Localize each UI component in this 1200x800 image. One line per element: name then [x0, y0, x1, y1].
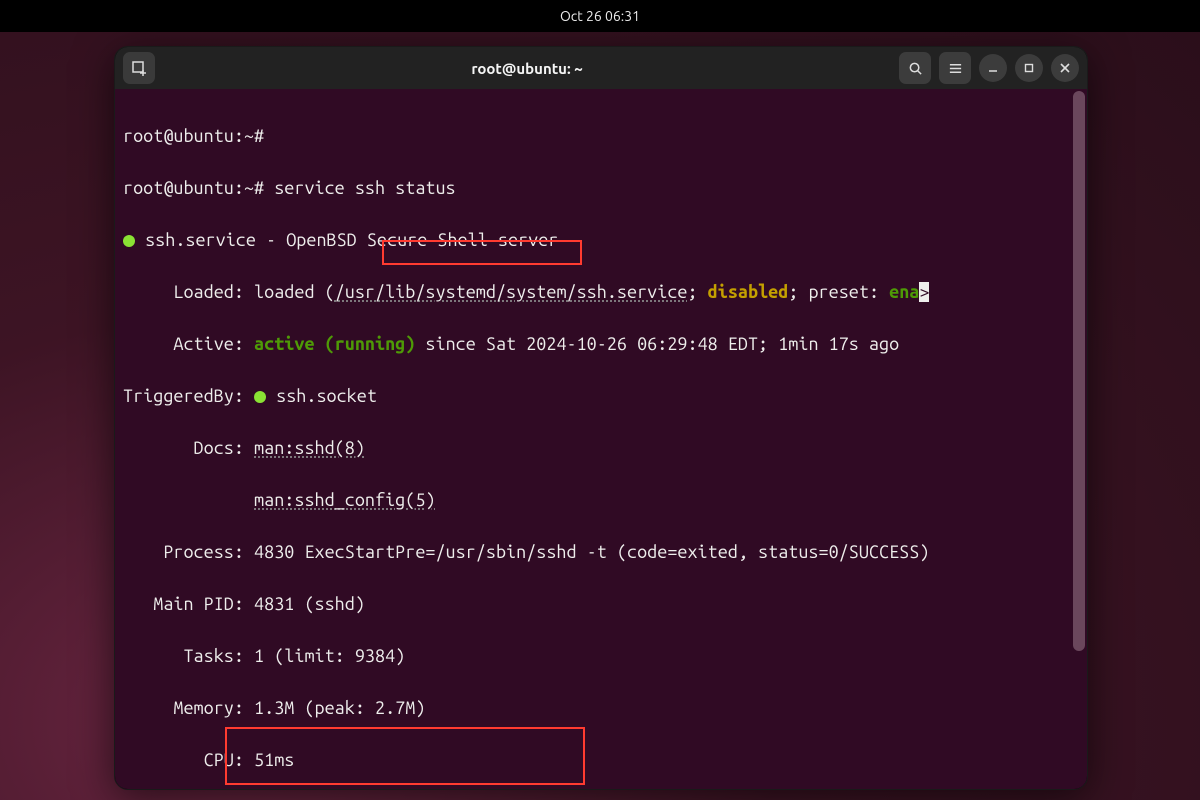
status-dot-icon	[123, 235, 135, 247]
docs-line: man:sshd_config(5)	[119, 487, 1083, 513]
active-line: Active: active (running) since Sat 2024-…	[119, 331, 1083, 357]
clock: Oct 26 06:31	[560, 8, 640, 24]
prompt-line: root@ubuntu:~#	[119, 123, 1083, 149]
search-button[interactable]	[899, 52, 931, 84]
window-title: root@ubuntu: ~	[163, 60, 891, 77]
status-dot-icon	[254, 391, 266, 403]
loaded-line: Loaded: loaded (/usr/lib/systemd/system/…	[119, 279, 1083, 305]
titlebar: root@ubuntu: ~	[115, 47, 1087, 89]
docs-line: Docs: man:sshd(8)	[119, 435, 1083, 461]
terminal-body[interactable]: root@ubuntu:~# root@ubuntu:~# service ss…	[115, 89, 1087, 789]
process-line: Process: 4830 ExecStartPre=/usr/sbin/ssh…	[119, 539, 1083, 565]
command-line: root@ubuntu:~# service ssh status	[119, 175, 1083, 201]
terminal-window: root@ubuntu: ~ root@ubuntu:~# root@ubunt…	[114, 46, 1088, 790]
service-header: ssh.service - OpenBSD Secure Shell serve…	[119, 227, 1083, 253]
mainpid-line: Main PID: 4831 (sshd)	[119, 591, 1083, 617]
new-tab-button[interactable]	[123, 52, 155, 84]
scrollbar[interactable]	[1073, 91, 1085, 787]
maximize-button[interactable]	[1015, 54, 1043, 82]
tasks-line: Tasks: 1 (limit: 9384)	[119, 643, 1083, 669]
triggered-line: TriggeredBy: ssh.socket	[119, 383, 1083, 409]
minimize-button[interactable]	[979, 54, 1007, 82]
cpu-line: CPU: 51ms	[119, 747, 1083, 773]
scrollbar-thumb[interactable]	[1073, 91, 1085, 651]
system-topbar: Oct 26 06:31	[0, 0, 1200, 32]
close-button[interactable]	[1051, 54, 1079, 82]
memory-line: Memory: 1.3M (peak: 2.7M)	[119, 695, 1083, 721]
hamburger-menu-button[interactable]	[939, 52, 971, 84]
